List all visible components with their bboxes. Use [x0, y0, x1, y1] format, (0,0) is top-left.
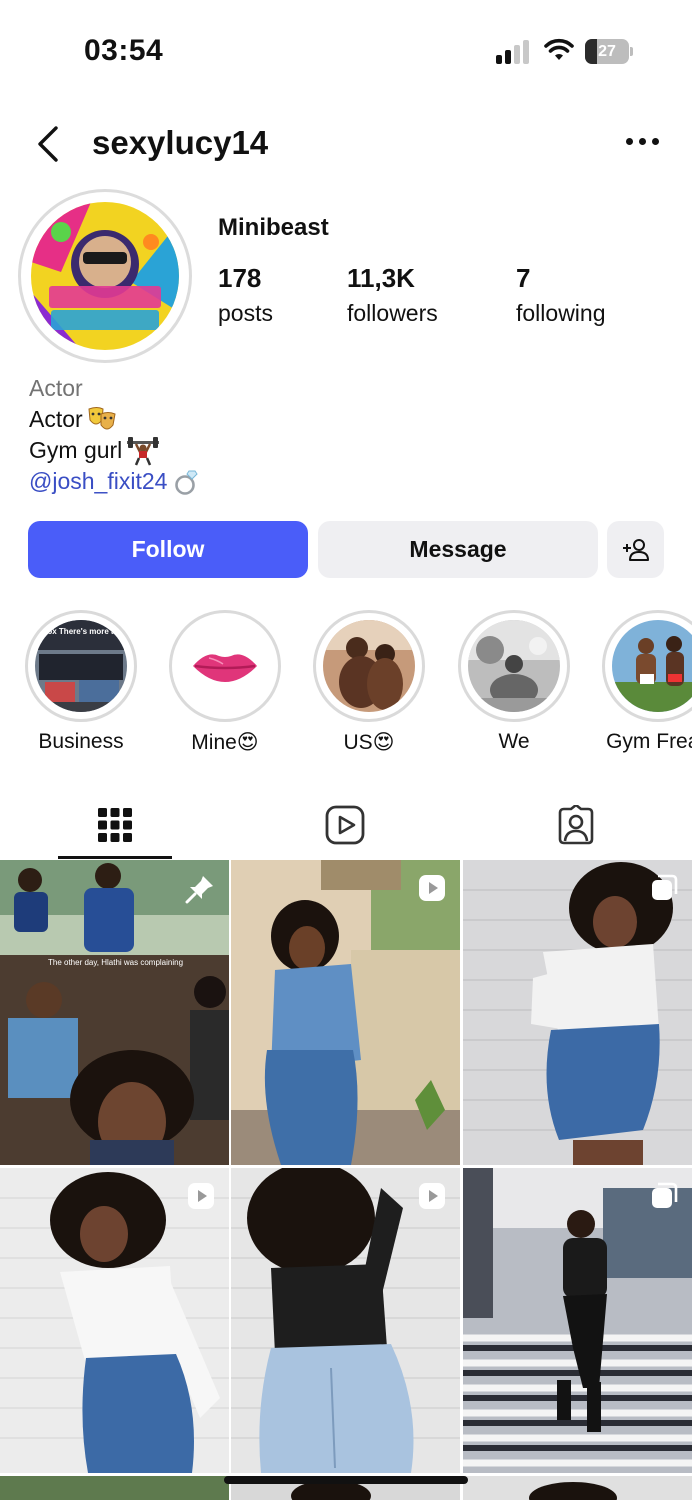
post-caption-text: The other day, Hlathi was complaining: [48, 958, 184, 967]
follow-button[interactable]: Follow: [28, 521, 308, 578]
highlight-label: We: [498, 730, 530, 753]
more-options-icon[interactable]: [626, 138, 660, 148]
tab-posts-grid[interactable]: [58, 790, 172, 860]
clock: 03:54: [84, 34, 164, 67]
active-tab-indicator: [58, 856, 172, 859]
lips-icon: [179, 620, 271, 712]
display-name: Minibeast: [218, 214, 329, 241]
add-person-icon: [622, 538, 649, 561]
wifi-icon: [544, 38, 574, 60]
following-count: 7: [516, 263, 531, 293]
highlight-gym-freak[interactable]: Gym Freak: [602, 610, 692, 754]
following-label: following: [516, 300, 606, 326]
post-tile[interactable]: [231, 1168, 460, 1473]
bw-photo: [468, 620, 560, 712]
post-tile[interactable]: [0, 1168, 229, 1473]
reels-icon: [325, 805, 365, 845]
followers-count: 11,3K: [347, 263, 415, 293]
following-stat[interactable]: 7 following: [516, 263, 606, 327]
followers-label: followers: [347, 300, 438, 326]
bio: Actor Actor Gym gurl @josh_fixit24: [29, 373, 201, 497]
ring-icon: [175, 470, 199, 495]
reel-play-icon: [419, 875, 445, 901]
post-tile[interactable]: [463, 860, 692, 1165]
posts-stat: 178 posts: [218, 263, 273, 327]
couple-photo: [323, 620, 415, 712]
pin-icon: [185, 876, 213, 904]
highlight-business[interactable]: ps4,ps5 Xbox There's more accessories Bu…: [25, 610, 137, 754]
profile-tabs: [0, 790, 692, 860]
highlight-label: Mine😍: [191, 731, 259, 754]
gym-photo: [612, 620, 692, 712]
weightlifter-icon: [127, 436, 160, 465]
grid-icon: [98, 808, 132, 842]
highlight-we[interactable]: We: [458, 610, 570, 754]
highlight-mine[interactable]: Mine😍: [169, 610, 281, 755]
message-button[interactable]: Message: [318, 521, 598, 578]
avatar: [31, 202, 179, 350]
cellular-signal-icon: [496, 40, 532, 64]
username-title: sexylucy14: [92, 124, 269, 161]
carousel-icon: [652, 874, 678, 900]
followers-stat[interactable]: 11,3K followers: [347, 263, 438, 327]
back-chevron-icon[interactable]: [34, 124, 64, 164]
post-tile[interactable]: [231, 860, 460, 1165]
reel-play-icon: [419, 1183, 445, 1209]
tv-bundle-photo: ps4,ps5 Xbox There's more accessories: [35, 620, 127, 712]
post-tile[interactable]: [0, 1476, 229, 1500]
carousel-icon: [652, 1182, 678, 1208]
tagged-icon: [558, 805, 594, 845]
theater-masks-icon: [88, 406, 116, 429]
bio-line-2: Gym gurl: [29, 437, 123, 463]
highlight-label: Business: [38, 730, 124, 753]
post-tile[interactable]: [463, 1476, 692, 1500]
profile-category: Actor: [29, 375, 83, 401]
tab-tagged[interactable]: [519, 790, 633, 860]
battery-icon: 27: [585, 39, 633, 64]
home-indicator[interactable]: [224, 1476, 468, 1484]
highlight-business-text: ps4,ps5 Xbox There's more accessories: [35, 627, 127, 636]
avatar-ring[interactable]: [18, 189, 192, 363]
status-bar: 03:54 27: [0, 0, 692, 100]
bio-mention-link[interactable]: @josh_fixit24: [29, 466, 167, 497]
post-tile[interactable]: [463, 1168, 692, 1473]
highlight-label: Gym Freak: [606, 730, 692, 753]
post-tile[interactable]: The other day, Hlathi was complaining: [0, 860, 229, 1165]
posts-label: posts: [218, 300, 273, 326]
posts-count: 178: [218, 263, 262, 293]
highlight-label: US😍: [343, 731, 395, 754]
bio-line-1: Actor: [29, 406, 83, 432]
profile-header: sexylucy14: [0, 112, 692, 176]
tab-reels[interactable]: [288, 790, 402, 860]
highlight-us[interactable]: US😍: [313, 610, 425, 755]
reel-play-icon: [188, 1183, 214, 1209]
suggested-users-button[interactable]: [607, 521, 664, 578]
battery-level: 27: [598, 43, 616, 60]
